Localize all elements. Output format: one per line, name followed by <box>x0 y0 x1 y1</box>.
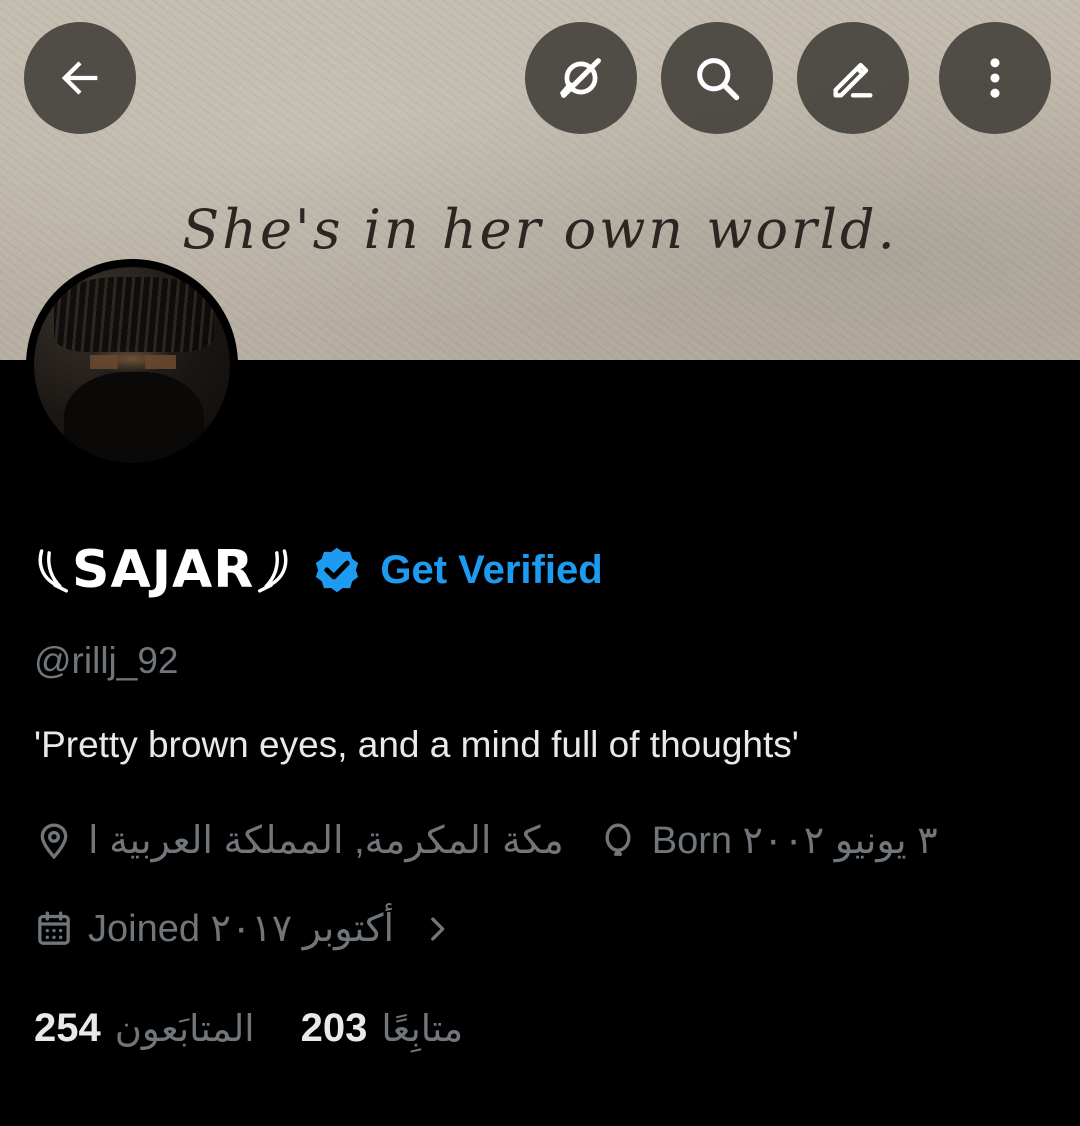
search-button[interactable] <box>661 22 773 134</box>
location-pin-icon <box>40 822 68 859</box>
following-count: 203 <box>300 1006 368 1050</box>
banner-text: She's in her own world. <box>182 198 898 261</box>
avatar[interactable] <box>34 267 230 463</box>
avatar-mask <box>64 372 204 463</box>
get-verified-link[interactable]: Get Verified <box>380 548 602 593</box>
avatar-hair <box>54 277 214 352</box>
arrow-left-icon <box>61 61 98 95</box>
followers-label: المتابَعون <box>114 1008 255 1049</box>
joined-row[interactable]: Joined أكتوبر ٢٠١٧ <box>34 906 454 951</box>
follow-stats: 254 المتابَعون 203 متابِعًا <box>34 1006 463 1051</box>
location-text: مكة المكرمة, المملكة العربية ا <box>88 820 564 862</box>
followers-count: 254 <box>34 1006 101 1050</box>
chevron-right-icon[interactable] <box>420 912 454 946</box>
verified-badge-icon[interactable] <box>310 543 364 597</box>
name-row: SAJAR Get Verified <box>34 530 603 610</box>
more-options-button[interactable] <box>939 22 1051 134</box>
followers-link[interactable]: 254 المتابَعون <box>34 1006 255 1051</box>
following-label: متابِعًا <box>381 1008 464 1049</box>
username-handle: @rillj_92 <box>34 640 179 681</box>
right-wing-ornament-icon <box>258 549 288 593</box>
calendar-icon <box>38 911 70 945</box>
bio-text: 'Pretty brown eyes, and a mind full of t… <box>34 724 799 765</box>
left-wing-ornament-icon <box>38 549 69 593</box>
following-link[interactable]: 203 متابِعًا <box>301 1006 463 1051</box>
edit-icon <box>833 62 873 98</box>
balloon-icon <box>605 823 631 856</box>
search-icon <box>697 58 740 101</box>
location-birthday-row: مكة المكرمة, المملكة العربية ا Born ٣ يو… <box>34 818 938 863</box>
display-name: SAJAR <box>72 540 255 600</box>
avatar-eyes <box>79 355 189 369</box>
more-vertical-icon <box>990 58 1000 98</box>
grok-button[interactable] <box>525 22 637 134</box>
edit-button[interactable] <box>797 22 909 134</box>
back-button[interactable] <box>24 22 136 134</box>
joined-text: Joined أكتوبر ٢٠١٧ <box>88 908 395 950</box>
birthday-text: Born ٣ يونيو ٢٠٠٢ <box>651 820 938 862</box>
grok-icon <box>560 58 601 98</box>
